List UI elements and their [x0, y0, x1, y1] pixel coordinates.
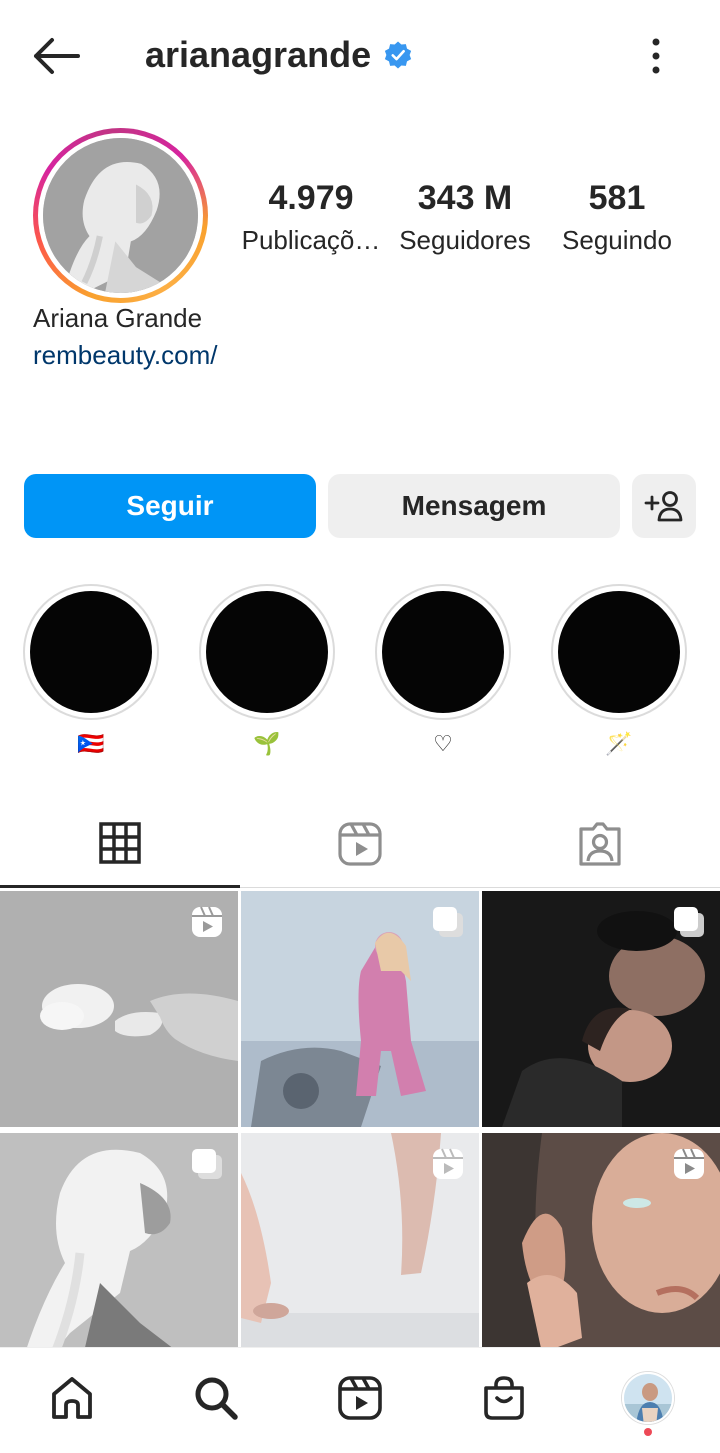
back-button[interactable] [30, 34, 82, 78]
carousel-icon [192, 1149, 222, 1179]
username: arianagrande [145, 34, 372, 75]
more-vertical-icon [652, 38, 660, 74]
nav-shop[interactable] [476, 1370, 532, 1426]
avatar [622, 1372, 674, 1424]
nav-profile[interactable] [620, 1370, 676, 1426]
story-highlight[interactable]: 🇵🇷 [23, 584, 159, 760]
stat-label: Seguidores [399, 225, 531, 255]
carousel-icon [674, 907, 704, 937]
highlight-cover [558, 591, 680, 713]
profile-full-name: Ariana Grande [33, 303, 203, 333]
suggest-users-button[interactable] [632, 474, 696, 538]
highlight-label: ♡ [433, 732, 453, 757]
follow-button[interactable]: Seguir [24, 474, 316, 538]
profile-website-link[interactable]: rembeauty.com/ [33, 340, 217, 371]
stat-value: 343 M [417, 179, 513, 217]
tagged-icon [579, 822, 621, 866]
home-icon [52, 1377, 92, 1419]
reels-icon [338, 1376, 382, 1420]
stat-following[interactable]: 581 Seguindo [554, 178, 680, 262]
post-thumbnail[interactable] [241, 891, 479, 1127]
avatar [43, 138, 198, 293]
highlight-label: 🇵🇷 [77, 732, 105, 757]
shopping-bag-icon [484, 1376, 524, 1420]
stat-value: 4.979 [268, 179, 354, 217]
post-thumbnail[interactable] [0, 1133, 238, 1369]
reel-icon [433, 1148, 463, 1179]
search-icon [195, 1377, 238, 1420]
carousel-icon [433, 907, 463, 937]
reels-icon [338, 822, 382, 866]
person-add-icon [644, 491, 683, 522]
tab-tagged[interactable] [480, 800, 720, 888]
profile-tabs [0, 800, 720, 888]
arrow-left-icon [34, 38, 80, 74]
highlight-label: 🌱 [253, 732, 281, 757]
post-grid [0, 891, 720, 1369]
stat-value: 581 [588, 179, 646, 217]
post-thumbnail[interactable] [482, 891, 720, 1127]
post-thumbnail[interactable] [482, 1133, 720, 1369]
story-highlight[interactable]: ♡ [375, 584, 511, 760]
highlight-cover [382, 591, 504, 713]
profile-stats: 4.979 Publicaçõ… 343 M Seguidores 581 Se… [236, 178, 696, 268]
tab-grid[interactable] [0, 800, 240, 888]
post-thumbnail[interactable] [241, 1133, 479, 1369]
highlight-label: 🪄 [605, 732, 633, 757]
tab-reels[interactable] [240, 800, 480, 888]
stat-label: Seguindo [562, 225, 672, 255]
stat-label: Publicaçõ… [241, 225, 381, 255]
top-bar: arianagrande [0, 0, 720, 110]
story-highlight[interactable]: 🌱 [199, 584, 335, 760]
stat-posts[interactable]: 4.979 Publicaçõ… [236, 178, 386, 262]
notification-dot [644, 1428, 652, 1436]
stat-followers[interactable]: 343 M Seguidores [391, 178, 539, 262]
nav-search[interactable] [188, 1370, 244, 1426]
message-button[interactable]: Mensagem [328, 474, 620, 538]
highlight-cover [30, 591, 152, 713]
bottom-navigation [0, 1347, 720, 1453]
grid-icon [99, 821, 141, 864]
post-thumbnail[interactable] [0, 891, 238, 1127]
reel-icon [674, 1148, 704, 1179]
nav-home[interactable] [44, 1370, 100, 1426]
verified-badge-icon [384, 41, 412, 69]
profile-username-header: arianagrande [145, 30, 413, 80]
story-highlight[interactable]: 🪄 [551, 584, 687, 760]
more-options-button[interactable] [640, 36, 672, 76]
nav-reels[interactable] [332, 1370, 388, 1426]
reel-icon [192, 906, 222, 937]
profile-avatar-story-ring[interactable] [33, 128, 208, 303]
highlight-cover [206, 591, 328, 713]
